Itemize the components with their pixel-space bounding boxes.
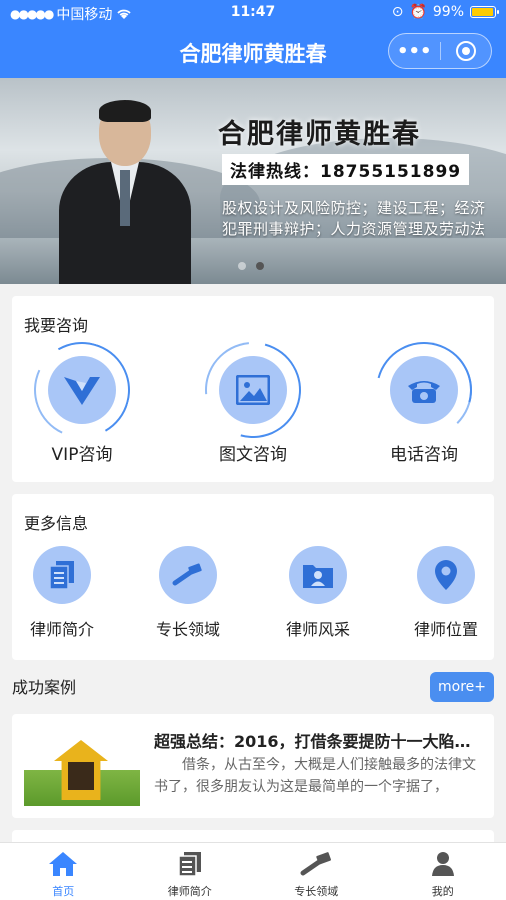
- consult-label: VIP咨询: [51, 445, 113, 465]
- more-info-label: 律师位置: [413, 620, 478, 639]
- close-button[interactable]: [441, 34, 492, 68]
- cases-title: 成功案例: [12, 678, 77, 697]
- icon-disk: [390, 356, 458, 424]
- cases-more-button[interactable]: more+: [430, 672, 494, 702]
- tab-label: 首页: [52, 885, 75, 898]
- consult-label: 电话咨询: [390, 445, 458, 465]
- vip-consult-button[interactable]: VIP咨询: [12, 328, 152, 465]
- icon-disk: [159, 546, 217, 604]
- icon-ring: [20, 328, 144, 452]
- gavel-icon: [300, 852, 332, 876]
- icon-disk: [48, 356, 116, 424]
- lawyer-hair: [99, 100, 151, 122]
- banner-carousel[interactable]: 合肥律师黄胜春 法律热线：18755151899 股权设计及风险防控；建设工程；…: [0, 78, 506, 284]
- home-icon: [49, 852, 78, 876]
- battery-icon: [470, 6, 499, 18]
- icon-ring: [358, 324, 490, 456]
- phone-consult-button[interactable]: 电话咨询: [354, 324, 494, 465]
- mini-program-capsule: •••: [388, 33, 492, 69]
- status-bar: ●●●●● 中国移动 11:47 ⊙ ⏰ 99%: [0, 0, 506, 26]
- banner-title: 合肥律师黄胜春: [218, 119, 421, 150]
- nav-bar: 合肥律师黄胜春 •••: [0, 26, 506, 78]
- lawyer-intro-button[interactable]: 律师简介: [12, 546, 112, 640]
- image-consult-button[interactable]: 图文咨询: [183, 322, 323, 465]
- expertise-button[interactable]: 专长领域: [138, 546, 238, 640]
- case-summary: 借条，从古至今，大概是人们接触最多的法律文书了，很多朋友认为这是最简单的一个字据…: [154, 757, 476, 795]
- more-info-label: 律师简介: [29, 620, 94, 639]
- more-info-title: 更多信息: [24, 514, 89, 533]
- tab-lawyer-intro[interactable]: 律师简介: [127, 843, 254, 900]
- banner-description: 股权设计及风险防控；建设工程；经济犯罪刑事辩护；人力资源管理及劳动法: [222, 199, 486, 238]
- more-info-label: 专长领域: [155, 620, 220, 639]
- banner-hotline: 法律热线：18755151899: [222, 154, 470, 185]
- case-list-item[interactable]: 超强总结：2016，打借条要提防十一大陷阱… 借条，从古至今，大概是人们接触最多…: [12, 714, 494, 818]
- location-pin-icon: [435, 560, 457, 590]
- case-title: 超强总结：2016，打借条要提防十一大陷阱…: [154, 732, 484, 751]
- lawyer-tie: [120, 170, 130, 226]
- folder-person-icon: [303, 565, 333, 588]
- lawyer-style-button[interactable]: 律师风采: [268, 546, 368, 640]
- gavel-icon: [172, 563, 202, 586]
- consult-label: 图文咨询: [219, 445, 287, 465]
- carousel-dot-active[interactable]: [256, 262, 264, 270]
- document-icon: [178, 852, 201, 877]
- tab-bar: 首页 律师简介 专长领域 我的: [0, 842, 506, 900]
- alarm-icon: ⏰: [409, 4, 427, 20]
- consult-card: 我要咨询 VIP咨询 图文咨询 电话咨询: [12, 296, 494, 482]
- tab-home[interactable]: 首页: [0, 843, 127, 900]
- lawyer-location-button[interactable]: 律师位置: [396, 546, 496, 640]
- tab-expertise[interactable]: 专长领域: [253, 843, 380, 900]
- carousel-dot[interactable]: [238, 262, 246, 270]
- vip-icon: [64, 377, 100, 405]
- carousel-indicators: [238, 262, 264, 270]
- battery-fill: [472, 8, 493, 16]
- tab-label: 律师简介: [167, 885, 212, 898]
- tab-label: 专长领域: [294, 885, 339, 898]
- battery-percent: 99%: [432, 4, 464, 20]
- tab-mine[interactable]: 我的: [380, 843, 506, 900]
- icon-disk: [417, 546, 475, 604]
- icon-disk: [219, 356, 287, 424]
- target-icon: [455, 41, 476, 61]
- lawyer-photo: [55, 98, 195, 284]
- consult-title: 我要咨询: [24, 316, 89, 335]
- icon-disk: [289, 546, 347, 604]
- more-info-card: 更多信息 律师简介 专长领域 律师风采 律师位置: [12, 494, 494, 660]
- icon-ring: [185, 322, 321, 458]
- more-dots-icon[interactable]: •••: [389, 34, 440, 68]
- status-right: ⊙ ⏰ 99%: [391, 4, 499, 20]
- phone-icon: [408, 381, 440, 403]
- user-icon: [431, 852, 454, 876]
- image-icon: [236, 375, 270, 405]
- case-thumbnail: [24, 726, 140, 806]
- rotation-lock-icon: ⊙: [391, 4, 404, 20]
- icon-disk: [33, 546, 91, 604]
- house-door: [68, 762, 94, 790]
- document-icon: [49, 561, 74, 590]
- tab-label: 我的: [431, 885, 454, 898]
- more-info-label: 律师风采: [285, 620, 350, 639]
